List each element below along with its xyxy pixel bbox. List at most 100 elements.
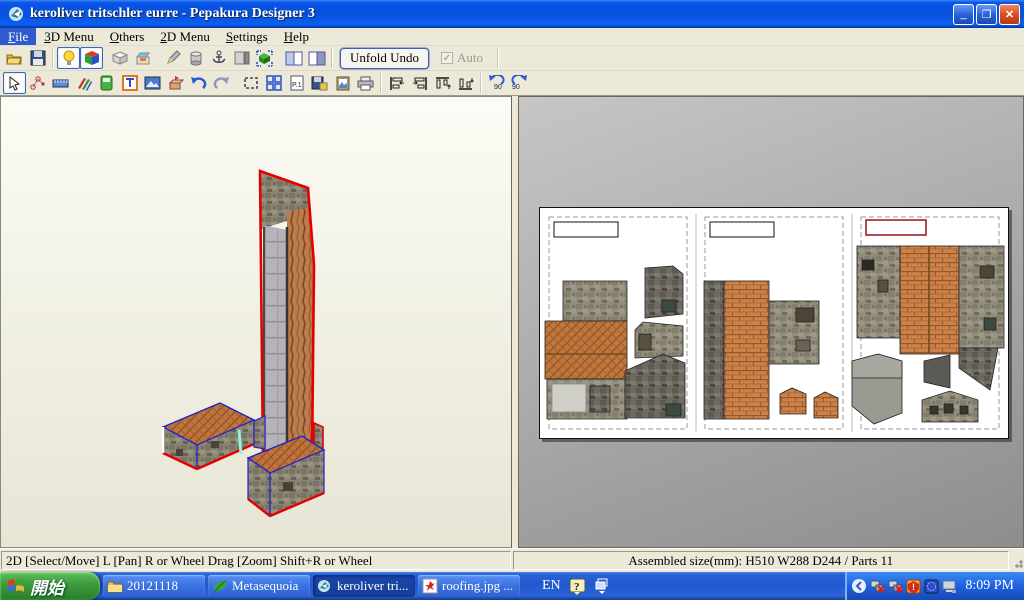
align-left-button[interactable]	[385, 72, 408, 94]
menu-help[interactable]: Help	[276, 28, 317, 45]
rotate-right-90-button[interactable]: 90	[508, 72, 531, 94]
layout-2d-right-button[interactable]	[305, 47, 328, 69]
insert-image-button[interactable]	[141, 72, 164, 94]
menu-settings[interactable]: Settings	[218, 28, 276, 45]
2d-pattern-view[interactable]	[518, 96, 1024, 548]
tray-collapse-chevron-icon[interactable]	[851, 578, 867, 594]
auto-checkbox[interactable]: ✓	[441, 52, 453, 64]
start-label: 開始	[30, 574, 64, 599]
align-top-icon	[435, 76, 451, 91]
pattern-piece-chimney-1[interactable]	[780, 388, 806, 414]
page-2-label-box[interactable]	[710, 222, 774, 237]
security-alert-icon[interactable]: !	[906, 579, 921, 594]
3d-model-view[interactable]	[0, 96, 512, 548]
select-move-button[interactable]	[3, 72, 26, 94]
resize-grip[interactable]	[1010, 549, 1024, 572]
network-disconnected-icon[interactable]	[870, 579, 885, 594]
unfold-undo-button[interactable]: Unfold Undo	[340, 48, 429, 69]
pattern-toolbar: P.1 90 90	[0, 71, 1024, 96]
zoom-area-button[interactable]	[239, 72, 262, 94]
toggle-texture-button[interactable]	[80, 47, 103, 69]
measure-button[interactable]	[49, 72, 72, 94]
pattern-piece-gray-hex[interactable]	[852, 354, 902, 424]
task-metasequoia[interactable]: Metasequoia	[208, 575, 310, 597]
model-part-left-building[interactable]	[163, 403, 254, 469]
align-right-button[interactable]	[408, 72, 431, 94]
edit-vertices-icon	[30, 75, 46, 91]
auto-layout-button[interactable]	[262, 72, 285, 94]
undo-button[interactable]	[187, 72, 210, 94]
anchor-icon	[211, 50, 227, 66]
split-view-button[interactable]	[230, 47, 253, 69]
booklet-button[interactable]	[95, 72, 118, 94]
task-pepakura-active[interactable]: keroliver tri...	[313, 575, 415, 597]
help-tip-icon[interactable]: ?	[569, 578, 586, 595]
export-box-icon	[167, 75, 184, 91]
layout-3d-left-button[interactable]	[282, 47, 305, 69]
auto-checkbox-group: ✓ Auto	[441, 50, 483, 66]
page-3-label-box-selected[interactable]	[866, 220, 926, 235]
copy-page-button[interactable]	[331, 72, 354, 94]
minimize-button[interactable]: _	[953, 4, 974, 25]
menu-2d[interactable]: 2D Menu	[152, 28, 217, 45]
select-parts-button[interactable]	[253, 47, 276, 69]
title-bar: keroliver tritschler eurre - Pepakura De…	[0, 0, 1024, 28]
save-icon	[30, 50, 46, 66]
clock[interactable]: 8:09 PM	[965, 578, 1014, 594]
task-roofing-jpg[interactable]: roofing.jpg ...	[418, 575, 520, 597]
folder-icon	[107, 578, 123, 594]
model-part-tower[interactable]	[260, 171, 314, 461]
pattern-piece-house-unfold[interactable]	[545, 281, 627, 419]
toggle-light-button[interactable]	[57, 47, 80, 69]
pattern-piece-chimney-2[interactable]	[814, 392, 838, 418]
edge-color-button[interactable]	[72, 72, 95, 94]
pattern-piece-gable-large[interactable]	[625, 354, 685, 418]
model-part-wall[interactable]	[254, 416, 265, 449]
align-bottom-button[interactable]	[454, 72, 477, 94]
pattern-piece-house-gable[interactable]	[922, 391, 978, 422]
insert-text-button[interactable]	[118, 72, 141, 94]
minimize-icon: _	[960, 8, 966, 20]
pattern-piece-dark-trapezoid[interactable]	[924, 355, 950, 388]
task-folder-20121118[interactable]: 20121118	[103, 575, 205, 597]
restore-button[interactable]: ❐	[976, 4, 997, 25]
page-1-label-box[interactable]	[554, 222, 618, 237]
edit-mode-button[interactable]	[161, 47, 184, 69]
redo-button[interactable]	[210, 72, 233, 94]
booklet-icon	[99, 75, 114, 91]
language-indicator[interactable]: EN	[542, 578, 561, 594]
menu-file[interactable]: File	[0, 28, 36, 45]
export-button[interactable]	[164, 72, 187, 94]
pattern-piece-wall-small[interactable]	[635, 322, 683, 358]
rotate-left-icon: 90	[487, 75, 506, 91]
status-hint: 2D [Select/Move] L [Pan] R or Wheel Drag…	[1, 551, 511, 570]
display-settings-icon[interactable]	[942, 579, 957, 594]
unfold-flat-button[interactable]	[109, 47, 132, 69]
application-tray-icon[interactable]	[924, 579, 939, 594]
page-setup-button[interactable]: P.1	[285, 72, 308, 94]
rotate-right-icon: 90	[510, 75, 529, 91]
open-folder-button[interactable]	[3, 47, 26, 69]
menu-3d[interactable]: 3D Menu	[36, 28, 101, 45]
rotate-left-90-button[interactable]: 90	[485, 72, 508, 94]
cursor-arrow-icon	[7, 76, 22, 91]
menu-others[interactable]: Others	[102, 28, 153, 45]
align-top-button[interactable]	[431, 72, 454, 94]
anchor-button[interactable]	[207, 47, 230, 69]
pattern-piece-gable-small[interactable]	[645, 266, 683, 318]
menu-file-label: File	[8, 29, 28, 45]
unfold-box-button[interactable]	[132, 47, 155, 69]
svg-text:90: 90	[494, 84, 502, 91]
flat-box-icon	[112, 50, 129, 67]
save-image-button[interactable]	[308, 72, 331, 94]
print-button[interactable]	[354, 72, 377, 94]
texture-cube-icon	[84, 50, 100, 66]
save-button[interactable]	[26, 47, 49, 69]
toolbar-options-icon[interactable]	[594, 577, 610, 595]
edit-flaps-button[interactable]	[26, 72, 49, 94]
window-title: keroliver tritschler eurre - Pepakura De…	[30, 6, 951, 22]
cylinder-button[interactable]	[184, 47, 207, 69]
network-disconnected-2-icon[interactable]	[888, 579, 903, 594]
start-button[interactable]: 開始	[0, 572, 100, 600]
close-button[interactable]: ✕	[999, 4, 1020, 25]
